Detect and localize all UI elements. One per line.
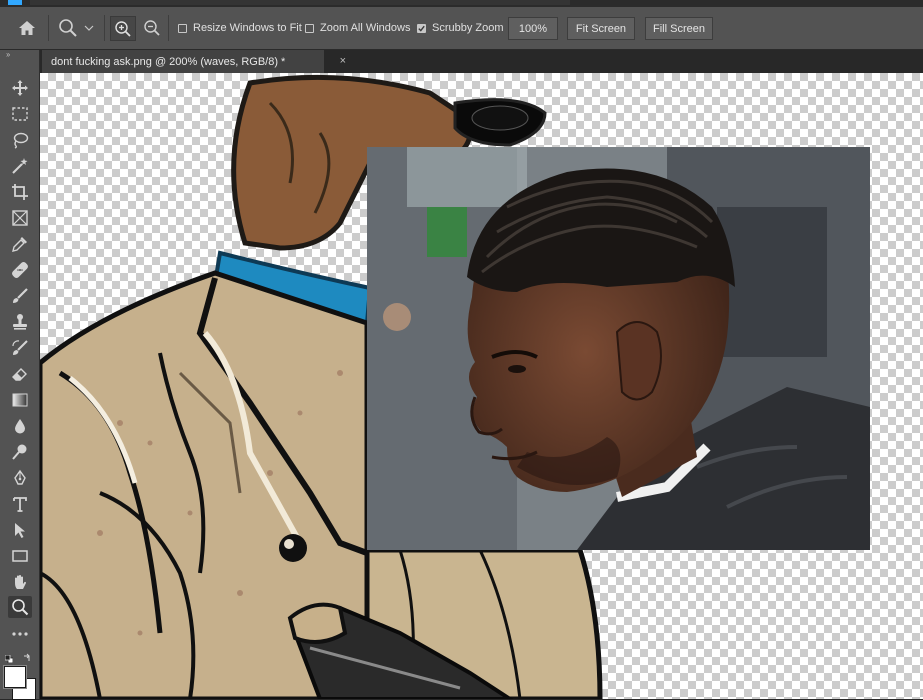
checkmark-icon: [418, 25, 425, 32]
swap-colors-icon[interactable]: [22, 650, 32, 661]
path-selection-tool[interactable]: [8, 519, 32, 541]
tool-preset-picker[interactable]: [58, 7, 102, 49]
fit-screen-button[interactable]: Fit Screen: [567, 17, 635, 40]
default-colors-icon[interactable]: [4, 650, 14, 664]
rectangle-tool[interactable]: [8, 545, 32, 567]
ellipsis-icon: [12, 632, 28, 636]
frame-tool[interactable]: [8, 207, 32, 229]
move-icon: [12, 80, 28, 96]
zoom-out-button[interactable]: [141, 7, 163, 49]
healing-brush-tool[interactable]: [8, 259, 32, 281]
app-logo-icon: [8, 0, 22, 5]
title-bar: [0, 0, 923, 7]
type-icon: [13, 497, 27, 512]
zoom-100-button[interactable]: 100%: [508, 17, 558, 40]
gradient-tool[interactable]: [8, 389, 32, 411]
eyedropper-tool[interactable]: [8, 233, 32, 255]
type-tool[interactable]: [8, 493, 32, 515]
crop-icon: [12, 184, 28, 200]
tools-panel: ››: [0, 50, 40, 700]
fill-screen-button[interactable]: Fill Screen: [645, 17, 713, 40]
clone-stamp-tool[interactable]: [8, 311, 32, 333]
zoom-tool-icon: [59, 19, 77, 37]
zoom-icon: [12, 599, 29, 616]
bandage-icon: [12, 262, 28, 278]
gradient-icon: [12, 393, 28, 407]
photo-layer[interactable]: [367, 147, 870, 550]
close-tab-icon[interactable]: ×: [340, 55, 346, 67]
zoom-all-windows-checkbox[interactable]: Zoom All Windows: [305, 7, 410, 49]
history-brush-tool[interactable]: [8, 337, 32, 359]
hand-tool[interactable]: [8, 571, 32, 593]
move-tool[interactable]: [8, 77, 32, 99]
resize-windows-label: Resize Windows to Fit: [193, 22, 302, 34]
magic-wand-icon: [12, 158, 28, 174]
title-bar-text-remnant: [30, 0, 570, 5]
document-tab[interactable]: dont fucking ask.png @ 200% (waves, RGB/…: [42, 50, 346, 73]
document-tab-bar: dont fucking ask.png @ 200% (waves, RGB/…: [40, 50, 923, 73]
resize-windows-checkbox[interactable]: Resize Windows to Fit: [178, 7, 302, 49]
pen-tool[interactable]: [8, 467, 32, 489]
collapse-toggle[interactable]: ››: [6, 50, 10, 59]
frame-icon: [12, 210, 28, 226]
rectangle-icon: [12, 550, 28, 562]
chevron-down-icon: [84, 25, 94, 31]
scrubby-zoom-label: Scrubby Zoom: [432, 22, 504, 34]
pen-icon: [14, 469, 26, 485]
separator: [104, 15, 105, 41]
crop-tool[interactable]: [8, 181, 32, 203]
scrubby-zoom-checkbox[interactable]: Scrubby Zoom: [417, 7, 504, 49]
eraser-icon: [12, 368, 27, 381]
blur-tool[interactable]: [8, 415, 32, 437]
separator: [168, 15, 169, 41]
eyedropper-icon: [12, 237, 27, 252]
arrow-cursor-icon: [15, 523, 25, 538]
document-canvas[interactable]: [40, 73, 923, 699]
portrait-image: [367, 147, 870, 550]
checkbox-box[interactable]: [178, 23, 187, 33]
checkbox-box[interactable]: [305, 23, 314, 33]
rectangular-marquee-icon: [12, 107, 28, 121]
hand-icon: [15, 575, 26, 589]
foreground-color-swatch[interactable]: [4, 666, 26, 688]
brush-tool[interactable]: [8, 285, 32, 307]
document-tab-title: dont fucking ask.png @ 200% (waves, RGB/…: [51, 55, 286, 68]
dodge-tool[interactable]: [8, 441, 32, 463]
checkbox-box-checked[interactable]: [417, 23, 426, 33]
zoom-in-button[interactable]: [110, 16, 136, 41]
more-tools-button[interactable]: [8, 623, 32, 645]
home-icon: [19, 21, 35, 35]
magic-wand-tool[interactable]: [8, 155, 32, 177]
zoom-out-icon: [144, 20, 160, 36]
home-button[interactable]: [12, 7, 42, 49]
drop-icon: [15, 419, 25, 434]
separator: [48, 15, 49, 41]
options-bar: Resize Windows to Fit Zoom All Windows S…: [0, 7, 923, 50]
lasso-tool[interactable]: [8, 129, 32, 151]
dodge-icon: [12, 444, 27, 460]
brush-icon: [13, 288, 28, 303]
zoom-all-windows-label: Zoom All Windows: [320, 22, 411, 34]
history-brush-icon: [12, 340, 28, 355]
marquee-tool[interactable]: [8, 103, 32, 125]
zoom-in-icon: [115, 20, 131, 37]
eraser-tool[interactable]: [8, 363, 32, 385]
stamp-icon: [13, 314, 27, 330]
zoom-tool[interactable]: [8, 596, 32, 618]
lasso-icon: [13, 132, 29, 149]
